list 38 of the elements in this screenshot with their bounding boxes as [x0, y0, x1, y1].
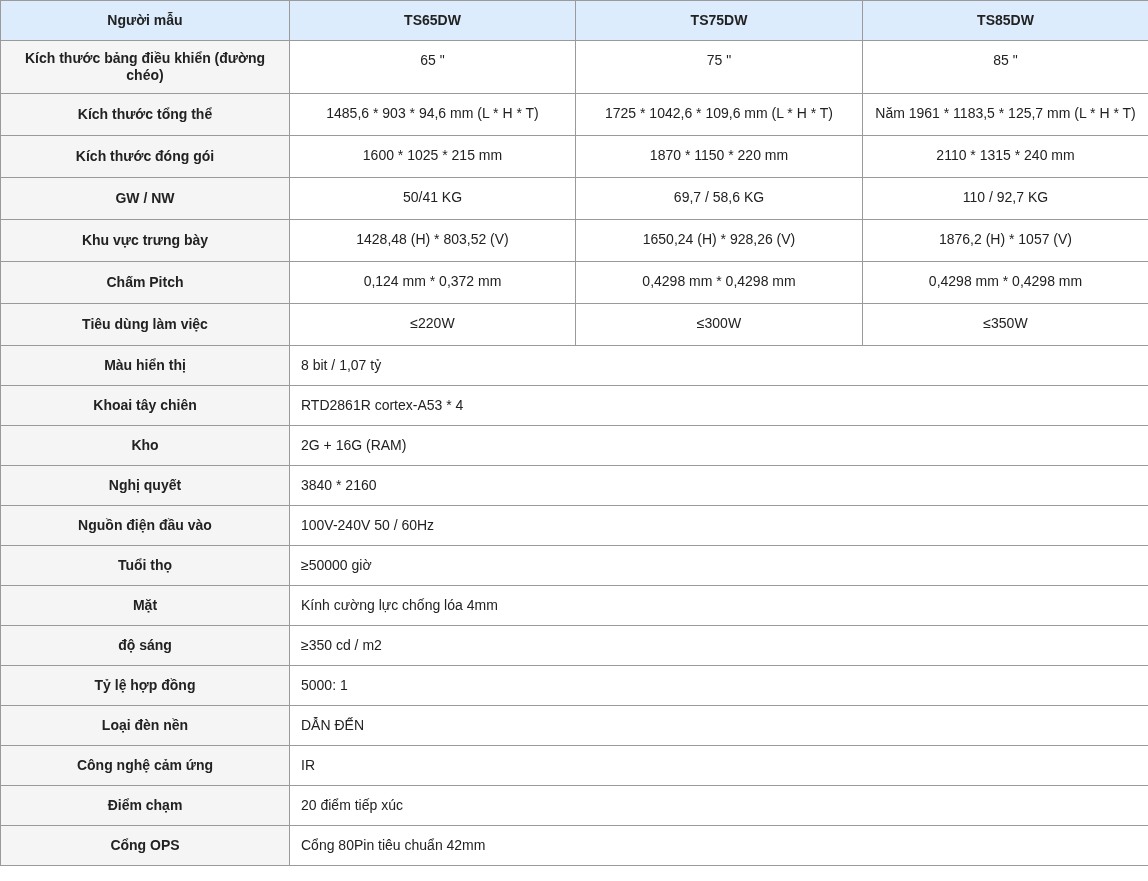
row-header: độ sáng	[0, 625, 290, 666]
row-header: Nguồn điện đầu vào	[0, 505, 290, 546]
row-header: Kích thước bảng điều khiển (đường chéo)	[0, 40, 290, 94]
table-cell: ≤220W	[289, 303, 576, 346]
row-header: GW / NW	[0, 177, 290, 220]
row-header: Mặt	[0, 585, 290, 626]
table-cell: 69,7 / 58,6 KG	[575, 177, 863, 220]
row-header: Cổng OPS	[0, 825, 290, 866]
column-header: TS75DW	[575, 0, 863, 41]
table-cell: 1485,6 * 903 * 94,6 mm (L * H * T)	[289, 93, 576, 136]
table-cell: 50/41 KG	[289, 177, 576, 220]
row-header: Kích thước đóng gói	[0, 135, 290, 178]
row-header: Tiêu dùng làm việc	[0, 303, 290, 346]
row-header: Kho	[0, 425, 290, 466]
row-header: Màu hiển thị	[0, 345, 290, 386]
row-header: Tỷ lệ hợp đồng	[0, 665, 290, 706]
row-header: Tuổi thọ	[0, 545, 290, 586]
table-cell: 0,124 mm * 0,372 mm	[289, 261, 576, 304]
row-header: Khu vực trưng bày	[0, 219, 290, 262]
row-header: Nghị quyết	[0, 465, 290, 506]
row-header: Loại đèn nền	[0, 705, 290, 746]
table-cell: 75 "	[575, 40, 863, 94]
row-header: Khoai tây chiên	[0, 385, 290, 426]
table-cell: 1600 * 1025 * 215 mm	[289, 135, 576, 178]
row-header: Chấm Pitch	[0, 261, 290, 304]
column-header: Người mẫu	[0, 0, 290, 41]
table-cell: 1725 * 1042,6 * 109,6 mm (L * H * T)	[575, 93, 863, 136]
column-header: TS65DW	[289, 0, 576, 41]
column-header: TS85DW	[862, 0, 1148, 41]
row-header: Kích thước tổng thể	[0, 93, 290, 136]
table-cell: 0,4298 mm * 0,4298 mm	[575, 261, 863, 304]
table-cell: 1650,24 (H) * 928,26 (V)	[575, 219, 863, 262]
table-cell: ≤300W	[575, 303, 863, 346]
row-header: Điểm chạm	[0, 785, 290, 826]
row-header: Công nghệ cảm ứng	[0, 745, 290, 786]
table-cell: 65 "	[289, 40, 576, 94]
table-cell: 1870 * 1150 * 220 mm	[575, 135, 863, 178]
table-cell: 1428,48 (H) * 803,52 (V)	[289, 219, 576, 262]
